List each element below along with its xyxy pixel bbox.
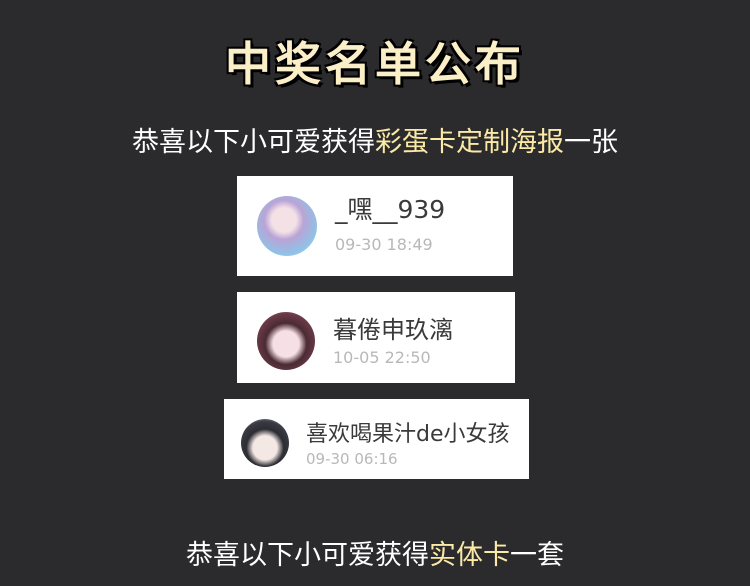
announcement-physical-card: 恭喜以下小可爱获得实体卡一套 xyxy=(0,533,750,572)
winner-timestamp: 09-30 06:16 xyxy=(306,450,398,468)
avatar xyxy=(257,196,317,256)
avatar xyxy=(241,419,289,467)
prize-name: 实体卡 xyxy=(429,540,510,571)
winner-timestamp: 10-05 22:50 xyxy=(333,348,431,367)
page-title: 中奖名单公布 xyxy=(225,37,525,91)
avatar xyxy=(257,312,315,370)
announcement-suffix: 一套 xyxy=(510,540,564,571)
winner-card: 喜欢喝果汁de小女孩 09-30 06:16 xyxy=(224,399,529,479)
winner-name: 喜欢喝果汁de小女孩 xyxy=(306,422,510,447)
prize-name: 彩蛋卡定制海报 xyxy=(375,127,564,158)
announcement-prefix: 恭喜以下小可爱获得 xyxy=(132,127,375,158)
winner-name: 暮倦申玖漓 xyxy=(333,316,453,344)
announcement-poster: 恭喜以下小可爱获得彩蛋卡定制海报一张 xyxy=(0,120,750,159)
winner-card: _嘿__939 09-30 18:49 xyxy=(237,176,513,276)
winner-timestamp: 09-30 18:49 xyxy=(335,235,433,254)
announcement-prefix: 恭喜以下小可爱获得 xyxy=(186,540,429,571)
announcement-suffix: 一张 xyxy=(564,127,618,158)
winner-card: 暮倦申玖漓 10-05 22:50 xyxy=(237,292,515,383)
winner-name: _嘿__939 xyxy=(335,195,446,224)
